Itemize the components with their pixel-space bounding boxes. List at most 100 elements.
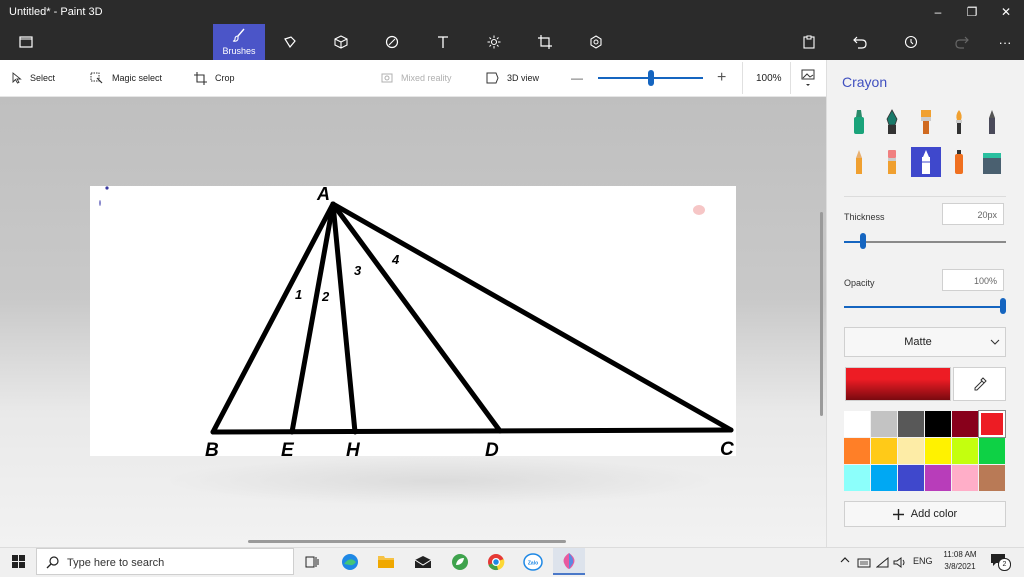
color-swatch[interactable] [979, 465, 1005, 491]
3d-library-tool-button[interactable] [577, 24, 615, 60]
selected-color-swatch[interactable] [845, 367, 951, 401]
color-swatch[interactable] [844, 465, 870, 491]
notification-badge: 2 [998, 558, 1011, 571]
close-button[interactable]: ✕ [989, 0, 1023, 24]
3d-view-button[interactable]: 3D view [486, 60, 539, 96]
opacity-input[interactable]: 100% [942, 269, 1004, 291]
crop-button[interactable]: Crop [194, 60, 235, 96]
watercolor-brush[interactable] [944, 107, 974, 137]
mail-app-button[interactable] [407, 548, 439, 575]
crayon-brush[interactable] [911, 147, 941, 177]
color-swatch[interactable] [979, 438, 1005, 464]
marker-brush[interactable] [844, 107, 874, 137]
opacity-label: Opacity [844, 278, 875, 288]
spray-can-brush[interactable] [944, 147, 974, 177]
zalo-app-button[interactable]: Zalo [517, 548, 549, 575]
start-button[interactable] [2, 548, 34, 575]
coccoc-app-button[interactable] [444, 548, 476, 575]
task-view-icon [305, 556, 319, 567]
tray-overflow-chevron[interactable] [840, 554, 850, 566]
vertical-scrollbar[interactable] [820, 212, 823, 416]
undo-icon [853, 36, 867, 49]
color-swatch[interactable] [898, 438, 924, 464]
paste-icon [803, 35, 815, 49]
eyedropper-button[interactable] [953, 367, 1006, 401]
maximize-button[interactable]: ❐ [955, 0, 989, 24]
magic-select-button[interactable]: Magic select [90, 60, 162, 96]
eraser-brush[interactable] [877, 147, 907, 177]
pixel-pen-brush[interactable] [977, 107, 1007, 137]
angle-label-2: 2 [321, 289, 330, 304]
effects-tool-button[interactable] [475, 24, 513, 60]
zoom-in-button[interactable]: + [717, 60, 726, 96]
fill-bucket-brush[interactable] [977, 147, 1007, 177]
folder-icon [378, 556, 394, 568]
text-tool-button[interactable] [424, 24, 462, 60]
brushes-tool-button[interactable]: Brushes [213, 24, 265, 60]
2d-shapes-tool-button[interactable] [271, 24, 309, 60]
color-swatch[interactable] [871, 465, 897, 491]
undo-button[interactable] [841, 24, 879, 60]
language-indicator[interactable]: ENG [913, 556, 933, 566]
chevron-down-icon [990, 339, 1000, 345]
color-swatch[interactable] [925, 411, 951, 437]
pencil-brush[interactable] [844, 147, 874, 177]
more-options-button[interactable]: ··· [986, 24, 1024, 60]
3d-shapes-tool-button[interactable] [322, 24, 360, 60]
color-swatch[interactable] [978, 410, 1006, 438]
stray-mark [99, 200, 101, 206]
minimize-button[interactable]: – [921, 0, 955, 24]
magic-select-label: Magic select [112, 73, 163, 83]
color-swatch[interactable] [844, 438, 870, 464]
opacity-slider-thumb[interactable] [1000, 298, 1006, 314]
network-indicator[interactable] [875, 555, 889, 573]
stickers-tool-button[interactable] [373, 24, 411, 60]
canvas-tool-button[interactable] [526, 24, 564, 60]
taskbar-search-box[interactable]: Type here to search [36, 548, 294, 575]
paste-button[interactable] [790, 24, 828, 60]
mixed-reality-button: Mixed reality [381, 60, 452, 96]
finish-value: Matte [904, 336, 932, 348]
calligraphy-pen-brush[interactable] [877, 107, 907, 137]
volume-indicator[interactable] [893, 555, 907, 573]
zoom-value[interactable]: 100% [756, 60, 782, 96]
color-swatch[interactable] [898, 465, 924, 491]
zoom-out-button[interactable]: — [571, 60, 583, 96]
select-button[interactable]: Select [12, 60, 55, 96]
edge-app-button[interactable] [334, 548, 366, 575]
file-explorer-button[interactable] [370, 548, 402, 575]
color-swatch[interactable] [952, 465, 978, 491]
speaker-icon [893, 557, 905, 568]
zoom-slider-thumb[interactable] [648, 70, 654, 86]
color-palette [844, 410, 1006, 492]
drawing-canvas[interactable]: A B E H D C 1 2 3 4 [90, 186, 736, 456]
paint3d-app-button[interactable] [553, 548, 585, 575]
color-swatch[interactable] [898, 411, 924, 437]
task-view-button[interactable] [296, 548, 328, 575]
color-swatch[interactable] [871, 411, 897, 437]
add-color-button[interactable]: Add color [844, 501, 1006, 527]
3d-view-label: 3D view [507, 73, 540, 83]
view-options-button[interactable] [801, 60, 823, 96]
color-swatch[interactable] [871, 438, 897, 464]
color-swatch[interactable] [925, 438, 951, 464]
notification-center-button[interactable]: 2 [990, 552, 1011, 571]
thickness-slider-thumb[interactable] [860, 233, 866, 249]
finish-dropdown[interactable]: Matte [844, 327, 1006, 357]
history-button[interactable] [892, 24, 930, 60]
menu-button[interactable] [7, 24, 45, 60]
color-swatch[interactable] [952, 438, 978, 464]
horizontal-scrollbar[interactable] [248, 540, 566, 543]
color-swatch[interactable] [844, 411, 870, 437]
color-swatch[interactable] [925, 465, 951, 491]
color-swatch[interactable] [952, 411, 978, 437]
toolbar-divider [742, 62, 743, 94]
sun-icon [487, 35, 501, 49]
thickness-slider-track[interactable] [844, 241, 1006, 243]
clock[interactable]: 11:08 AM 3/8/2021 [938, 549, 982, 573]
input-indicator[interactable] [857, 555, 871, 573]
chrome-app-button[interactable] [480, 548, 512, 575]
oil-brush[interactable] [911, 107, 941, 137]
history-icon [904, 35, 918, 49]
thickness-input[interactable]: 20px [942, 203, 1004, 225]
